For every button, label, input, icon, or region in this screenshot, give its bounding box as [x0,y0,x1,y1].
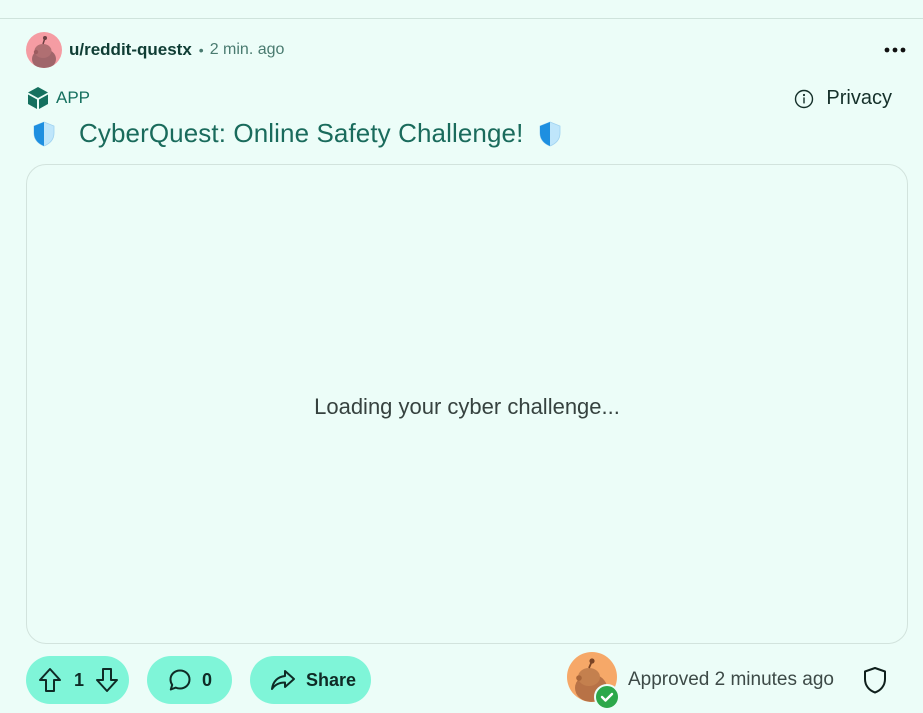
downvote-arrow-icon [96,668,119,692]
shield-icon [540,121,561,146]
more-horizontal-icon [884,47,906,53]
top-divider [0,18,923,19]
shield-icon [33,121,55,146]
info-icon [795,89,814,108]
meta-separator: • [198,42,204,58]
snoo-avatar-icon[interactable] [26,32,62,68]
loading-message: Loading your cyber challenge... [314,394,620,419]
author-name[interactable]: u/reddit-questx [69,40,192,60]
app-embed-frame[interactable]: Loading your cyber challenge... [26,164,908,644]
post-title-row[interactable]: CyberQuest: Online Safety Challenge! [33,118,561,149]
vote-control: 1 [26,656,129,704]
privacy-button[interactable]: Privacy [794,87,892,110]
share-label: Share [306,669,357,690]
approved-status: Approved 2 minutes ago [628,669,834,690]
privacy-label: Privacy [826,87,892,109]
post-time: 2 min. ago [209,41,285,58]
comments-button[interactable]: 0 [147,656,232,704]
upvote-button[interactable] [38,667,62,693]
share-arrow-icon [271,670,295,690]
comment-count: 0 [202,669,213,690]
app-badge: APP [27,86,90,110]
more-options-button[interactable] [881,40,909,60]
mod-shield-icon [864,667,886,694]
share-button[interactable]: Share [250,656,371,704]
post-title: CyberQuest: Online Safety Challenge! [79,118,524,148]
app-label: APP [56,88,91,107]
app-cube-icon [28,87,48,109]
vote-count: 1 [74,669,85,690]
post-author-row: u/reddit-questx • 2 min. ago [26,32,284,68]
comment-bubble-icon [169,669,191,691]
check-badge-icon [594,684,620,710]
downvote-button[interactable] [95,667,119,693]
mod-actions-button[interactable] [862,666,888,699]
upvote-arrow-icon [39,668,61,692]
